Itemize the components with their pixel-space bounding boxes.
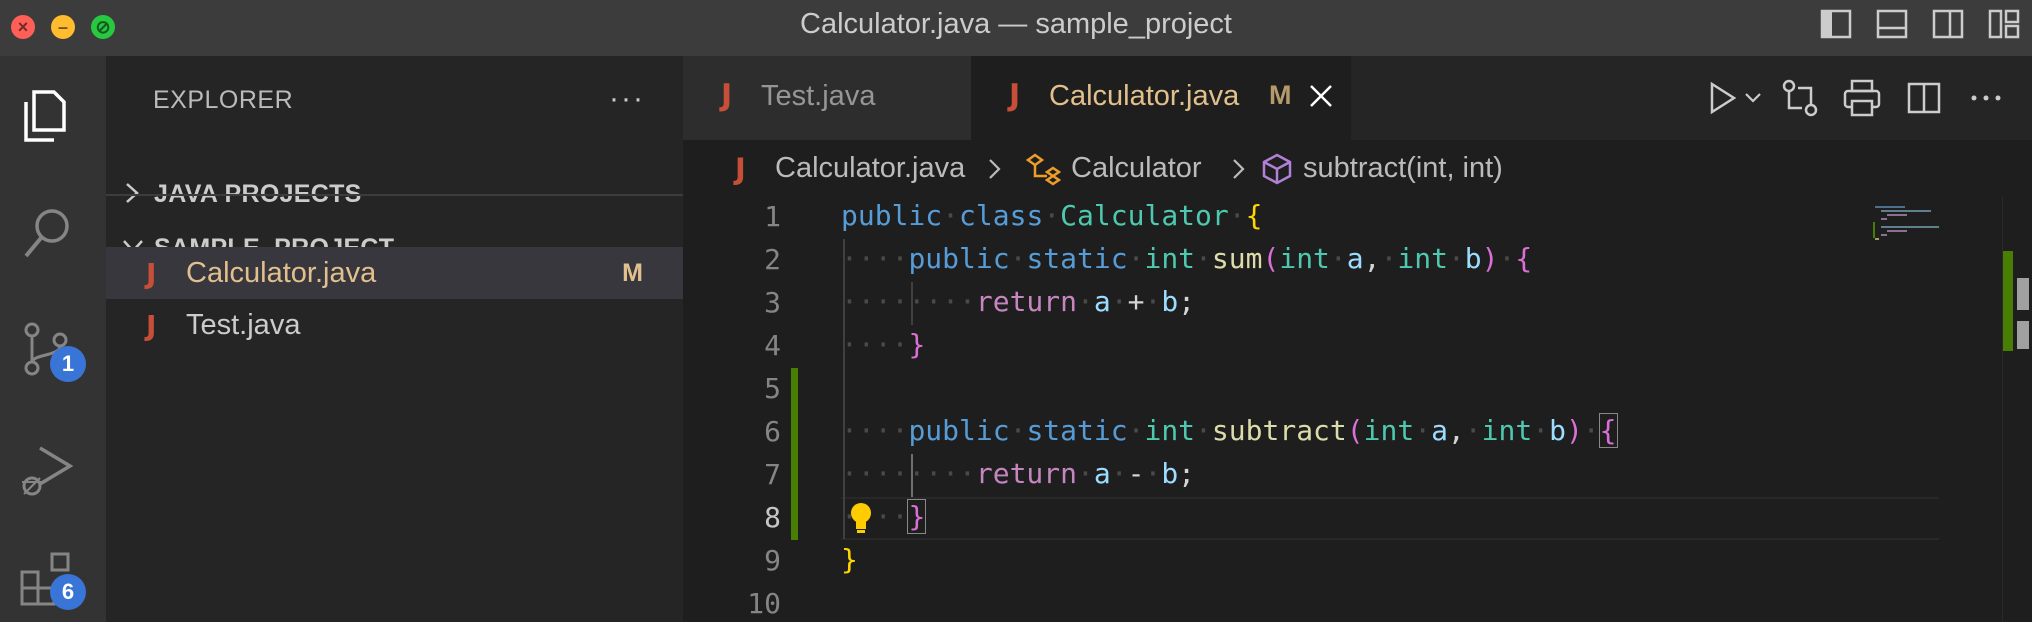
run-debug-icon [22,446,74,496]
sidebar-title: EXPLORER [153,86,294,114]
open-changes-icon[interactable] [1780,78,1820,118]
line-number: 3 [764,286,781,319]
line-number: 4 [764,329,781,362]
code-line: 10 [683,583,2032,622]
code-line: 9 } [683,540,2032,583]
lightbulb-icon[interactable] [847,501,875,537]
method-icon [1262,153,1292,185]
line-number: 9 [764,544,781,577]
line-content: ········return·a·-·b; [841,457,1196,490]
java-file-icon: J [721,78,733,113]
customize-layout-icon[interactable] [1986,6,2022,42]
line-number: 10 [747,587,781,620]
file-item-calculator[interactable]: J Calculator.java M [106,247,683,299]
scrollbar-marker [2017,321,2029,349]
line-content: ····public·static·int·sum(int·a,·int·b)·… [841,242,1533,275]
chevron-right-icon [989,159,1001,179]
code-line: 3 ········return·a·+·b; [683,282,2032,325]
extensions-badge: 6 [50,574,86,610]
file-item-test[interactable]: J Test.java [106,299,683,351]
scrollbar-change-marker [2003,251,2013,351]
run-icon[interactable] [1704,78,1740,118]
tab-calculator-java[interactable]: J Calculator.java M [971,56,1351,140]
file-name: Calculator.java [186,257,377,289]
file-name: Test.java [186,309,301,341]
tab-label: Test.java [761,80,876,112]
breadcrumb: J Calculator.java Calculator subtract(in… [683,140,2032,196]
more-actions-button[interactable]: ··· [609,82,645,116]
git-modified-badge: M [1269,80,1292,110]
line-number: 5 [764,372,781,405]
close-tab-icon[interactable] [1305,76,1337,116]
window-title: Calculator.java — sample_project [800,8,1232,40]
section-java-projects[interactable]: JAVA PROJECTS [106,168,683,218]
chevron-down-icon[interactable] [1742,78,1764,118]
chevron-right-icon [1233,159,1245,179]
line-number: 6 [764,415,781,448]
code-line: 7 ········return·a·-·b; [683,454,2032,497]
line-content: ····} [841,328,926,361]
java-file-icon: J [146,257,157,290]
breadcrumb-class[interactable]: Calculator [1071,152,1202,185]
line-content: ········return·a·+·b; [841,285,1196,318]
breadcrumb-method[interactable]: subtract(int, int) [1303,152,1503,185]
line-number: 8 [764,501,781,534]
scrollbar-marker [2017,278,2029,310]
class-icon [1025,153,1061,186]
explorer-sidebar: EXPLORER ··· JAVA PROJECTS SAMPLE_PROJEC… [106,56,683,622]
code-line: 8 ····} [683,497,2032,540]
line-content: } [841,543,858,576]
minimap[interactable] [1873,196,1973,622]
line-number: 7 [764,458,781,491]
tab-label: Calculator.java [1049,80,1240,112]
extensions-activity[interactable]: 6 [0,532,106,622]
tab-test-java[interactable]: J Test.java [683,56,971,140]
code-editor[interactable]: 1 public·class·Calculator·{ 2 ····public… [683,196,2032,622]
search-icon [24,209,69,258]
explorer-activity[interactable] [0,66,106,156]
files-icon [24,90,66,142]
more-actions-icon[interactable] [1968,78,2004,118]
source-control-activity[interactable]: 1 [0,300,106,390]
run-debug-activity[interactable] [0,422,106,512]
source-control-badge: 1 [50,346,86,382]
java-file-icon: J [146,309,157,342]
code-line: 4 ····} [683,325,2032,368]
code-line: 2 ····public·static·int·sum(int·a,·int·b… [683,239,2032,282]
toggle-primary-sidebar-icon[interactable] [1818,6,1854,42]
java-file-icon: J [735,152,746,186]
section-divider [106,194,683,196]
search-activity[interactable] [0,184,106,274]
line-number: 2 [764,243,781,276]
code-line: 1 public·class·Calculator·{ [683,196,2032,239]
breadcrumb-file[interactable]: Calculator.java [775,152,965,185]
git-modified-badge: M [622,259,643,287]
line-content: public·class·Calculator·{ [841,199,1263,232]
code-line: 6 ····public·static·int·subtract(int·a,·… [683,411,2032,454]
java-file-icon: J [1009,78,1021,113]
toggle-panel-icon[interactable] [1874,6,1910,42]
print-icon[interactable] [1842,78,1882,118]
title-bar: × – ⊘ Calculator.java — sample_project [0,0,2032,56]
line-content: ····public·static·int·subtract(int·a,·in… [841,413,1618,448]
activity-bar: 1 6 [0,56,106,622]
code-line: 5 [683,368,2032,411]
split-editor-icon[interactable] [1906,78,1942,118]
toggle-secondary-sidebar-icon[interactable] [1930,6,1966,42]
editor-group: J Test.java J Calculator.java M J Calcul… [683,56,2032,622]
line-number: 1 [764,200,781,233]
vertical-scrollbar[interactable] [2002,196,2032,622]
chevron-right-icon [126,183,139,203]
tab-bar: J Test.java J Calculator.java M [683,56,2032,140]
